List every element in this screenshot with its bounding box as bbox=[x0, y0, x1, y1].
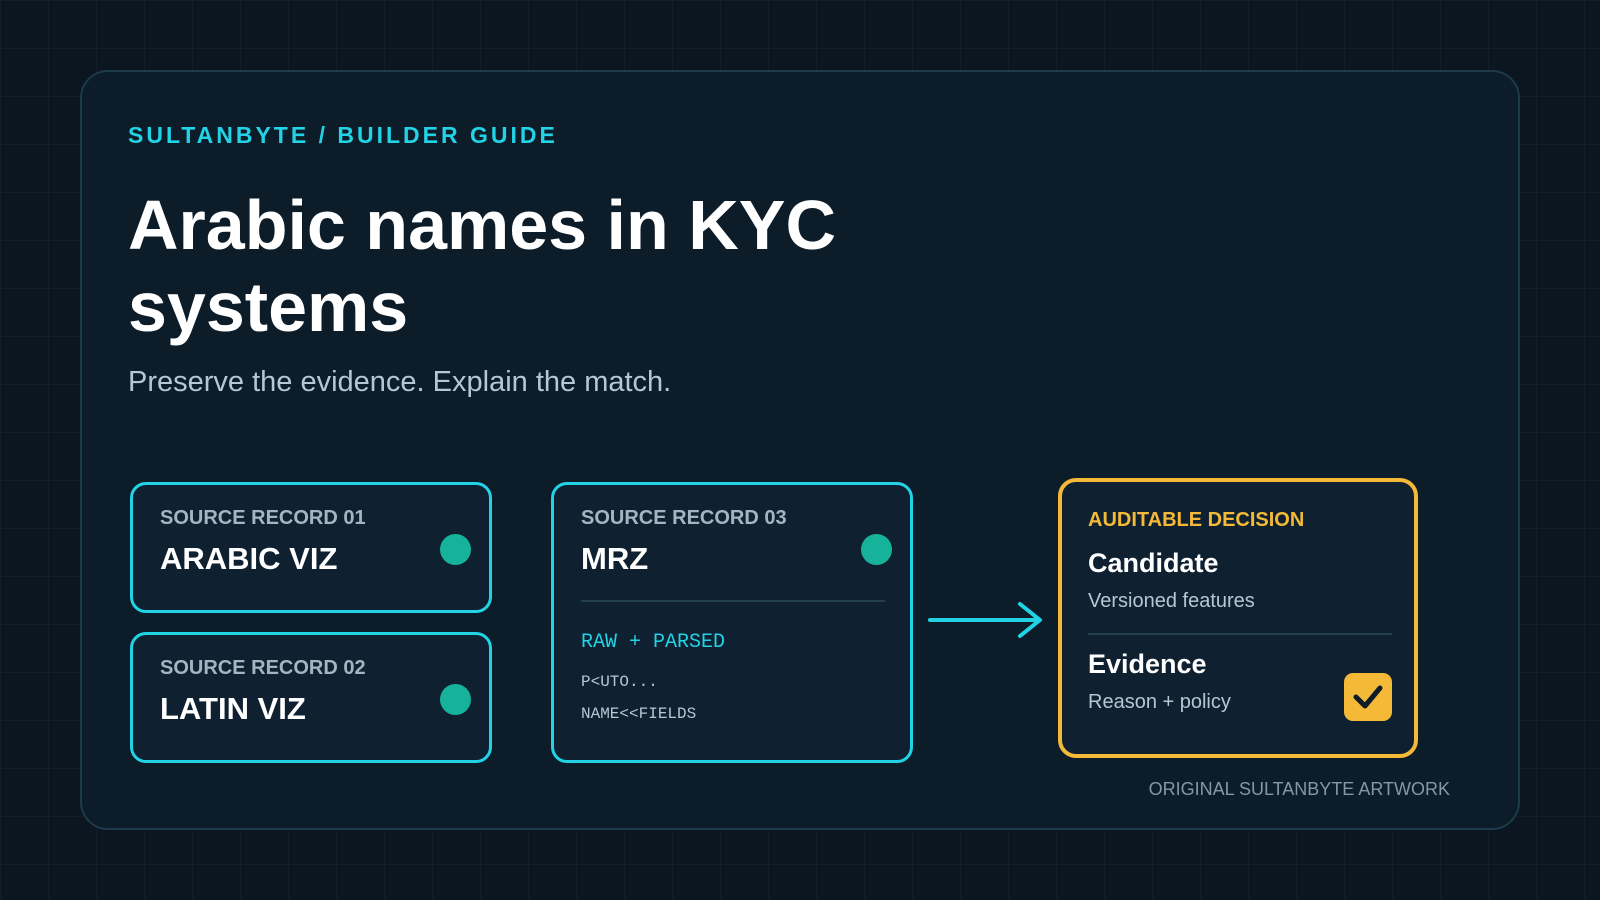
page-title: Arabic names in KYC systems bbox=[128, 186, 836, 346]
status-dot-icon bbox=[440, 684, 471, 715]
footer-credit: ORIGINAL SULTANBYTE ARTWORK bbox=[1148, 779, 1450, 799]
source-record-01: SOURCE RECORD 01 ARABIC VIZ bbox=[130, 482, 492, 613]
candidate-description: Versioned features bbox=[1088, 590, 1255, 612]
source-record-value: ARABIC VIZ bbox=[160, 541, 338, 576]
eyebrow-label: SULTANBYTE / BUILDER GUIDE bbox=[128, 122, 558, 148]
record-divider bbox=[581, 600, 885, 602]
source-record-value: LATIN VIZ bbox=[160, 691, 306, 726]
source-record-label: SOURCE RECORD 01 bbox=[160, 507, 366, 529]
mrz-mode-label: RAW + PARSED bbox=[581, 631, 726, 654]
mrz-line: NAME<<FIELDS bbox=[581, 705, 697, 723]
page-subtitle: Preserve the evidence. Explain the match… bbox=[128, 366, 672, 398]
decision-divider bbox=[1088, 633, 1392, 635]
checkmark-icon bbox=[1344, 673, 1392, 721]
candidate-title: Candidate bbox=[1088, 548, 1219, 578]
source-record-value: MRZ bbox=[581, 541, 649, 576]
status-dot-icon bbox=[440, 534, 471, 565]
arrow-right-icon bbox=[928, 602, 1042, 638]
evidence-description: Reason + policy bbox=[1088, 691, 1231, 713]
source-record-label: SOURCE RECORD 02 bbox=[160, 657, 366, 679]
source-record-label: SOURCE RECORD 03 bbox=[581, 507, 787, 529]
source-record-03: SOURCE RECORD 03 MRZ RAW + PARSED P<UTO.… bbox=[551, 482, 913, 763]
decision-panel: AUDITABLE DECISION Candidate Versioned f… bbox=[1058, 478, 1418, 758]
evidence-title: Evidence bbox=[1088, 649, 1207, 679]
source-record-02: SOURCE RECORD 02 LATIN VIZ bbox=[130, 632, 492, 763]
status-dot-icon bbox=[861, 534, 892, 565]
mrz-line: P<UTO... bbox=[581, 673, 658, 691]
decision-label: AUDITABLE DECISION bbox=[1088, 509, 1305, 531]
